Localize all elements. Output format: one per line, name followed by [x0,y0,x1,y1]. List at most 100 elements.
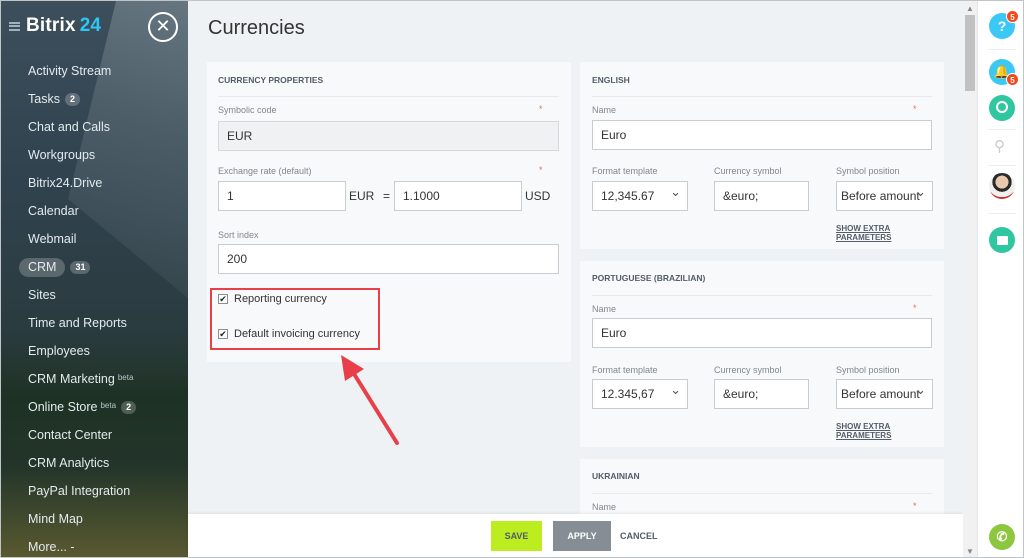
show-extra-parameters-link[interactable]: SHOW EXTRA PARAMETERS [836,224,944,242]
call-button[interactable]: ✆ [989,524,1015,550]
vertical-scrollbar[interactable]: ▲ ▼ [963,1,977,557]
sidebar-item-crm[interactable]: CRM 31 [19,253,136,281]
name-field[interactable]: Euro [592,120,932,150]
format-template-label: Format template [592,166,658,176]
app-window: Bitrix 24 Activity Stream Tasks 2 Chat an… [0,0,1024,558]
annotation-highlight-box [210,288,380,350]
name-label: Name [592,502,617,512]
currency-symbol-field[interactable]: &euro; [714,379,809,409]
notifications-count-badge: 5 [1006,73,1019,86]
card-heading: CURRENCY PROPERTIES [218,75,324,85]
search-icon[interactable]: ⚲ [994,137,1005,155]
sidebar-item-paypal[interactable]: PayPal Integration [28,477,136,505]
symbolic-code-field[interactable]: EUR [218,121,559,151]
sidebar-item-crm-marketing[interactable]: CRM Marketing beta [28,365,136,393]
rate-amount-field[interactable]: 1 [218,181,346,211]
currency-symbol-label: Currency symbol [714,166,782,176]
divider [218,96,559,97]
symbol-position-select[interactable]: Before amount [836,181,933,211]
card-heading: UKRAINIAN [592,471,640,481]
logo[interactable]: Bitrix 24 [9,15,101,37]
format-template-select[interactable]: 12.345,67 [592,379,688,409]
symbol-position-select[interactable]: Before amount [836,379,933,409]
sidebar-item-employees[interactable]: Employees [28,337,136,365]
apply-button[interactable]: APPLY [553,521,611,551]
sidebar-item-contact-center[interactable]: Contact Center [28,421,136,449]
scroll-thumb[interactable] [965,15,975,91]
lock-icon [996,236,1008,245]
symbolic-code-label: Symbolic code [218,105,277,115]
card-heading: PORTUGUESE (BRAZILIAN) [592,273,706,283]
logo-number: 24 [79,15,101,36]
required-mark: * [539,104,543,114]
sidebar-item-tasks[interactable]: Tasks 2 [28,85,136,113]
store-count-badge: 2 [121,400,137,414]
divider [988,49,1016,50]
phone-icon: ✆ [996,529,1008,544]
divider [592,493,932,494]
divider [988,129,1016,130]
form-footer: SAVE APPLY CANCEL [188,514,963,557]
sidebar-item-drive[interactable]: Bitrix24.Drive [28,169,136,197]
logo-name: Bitrix [26,15,76,36]
sidebar-item-time-reports[interactable]: Time and Reports [28,309,136,337]
lock-button[interactable] [989,227,1015,253]
sidebar-item-more[interactable]: More... - [28,533,136,557]
sidebar-item-chat[interactable]: Chat and Calls [28,113,136,141]
crm-count-badge: 31 [70,260,91,274]
language-card-english: ENGLISH Name * Euro Format template Curr… [580,62,944,249]
scroll-up-icon[interactable]: ▲ [966,4,974,13]
sidebar-item-activity-stream[interactable]: Activity Stream [28,57,136,85]
divider [988,213,1016,214]
currency-editor-panel: Currencies CURRENCY PROPERTIES Symbolic … [188,1,963,557]
format-template-select[interactable]: 12,345.67 [592,181,688,211]
rate-to-currency: USD [525,189,551,203]
exchange-rate-label: Exchange rate (default) [218,166,312,176]
language-card-portuguese: PORTUGUESE (BRAZILIAN) Name * Euro Forma… [580,261,944,447]
scroll-down-icon[interactable]: ▼ [966,547,974,556]
format-template-label: Format template [592,365,658,375]
tasks-count-badge: 2 [64,92,80,106]
question-icon: ? [997,18,1007,34]
currency-symbol-label: Currency symbol [714,365,782,375]
sidebar-item-webmail[interactable]: Webmail [28,225,136,253]
sidebar-menu: Activity Stream Tasks 2 Chat and Calls Wo… [19,57,137,557]
avatar[interactable] [989,173,1015,199]
divider [592,96,932,97]
menu-icon[interactable] [9,21,20,31]
sidebar-item-sites[interactable]: Sites [28,281,136,309]
help-count-badge: 5 [1006,10,1019,23]
sidebar-item-workgroups[interactable]: Workgroups [28,141,136,169]
sort-index-field[interactable]: 200 [218,244,559,274]
chat-button[interactable] [989,95,1015,121]
sidebar-item-crm-analytics[interactable]: CRM Analytics [28,449,136,477]
left-sidebar: Bitrix 24 Activity Stream Tasks 2 Chat an… [1,1,188,557]
currency-symbol-field[interactable]: &euro; [714,181,809,211]
cancel-button[interactable]: CANCEL [620,521,658,551]
right-toolbar: ? 5 🔔 5 ⚲ ✆ [977,1,1023,557]
sidebar-item-online-store[interactable]: Online Store beta 2 [28,393,137,421]
show-extra-parameters-link[interactable]: SHOW EXTRA PARAMETERS [836,422,944,440]
close-slider-button[interactable]: ✕ [148,12,178,42]
chat-icon [996,101,1008,113]
equals-sign: = [383,189,391,203]
required-mark: * [913,104,917,114]
required-mark: * [539,165,543,175]
page-title: Currencies [208,17,305,39]
name-field[interactable]: Euro [592,318,932,348]
sidebar-item-calendar[interactable]: Calendar [28,197,136,225]
save-button[interactable]: SAVE [491,521,542,551]
rate-value-field[interactable]: 1.1000 [394,181,522,211]
card-heading: ENGLISH [592,75,630,85]
sidebar-item-mind-map[interactable]: Mind Map [28,505,136,533]
annotation-arrow-icon [341,355,399,445]
name-label: Name [592,105,617,115]
symbol-position-label: Symbol position [836,166,900,176]
rate-from-currency: EUR [349,189,375,203]
required-mark: * [913,501,917,511]
symbol-position-label: Symbol position [836,365,900,375]
sort-index-label: Sort index [218,230,259,240]
name-label: Name [592,304,617,314]
divider [592,295,932,296]
required-mark: * [913,303,917,313]
